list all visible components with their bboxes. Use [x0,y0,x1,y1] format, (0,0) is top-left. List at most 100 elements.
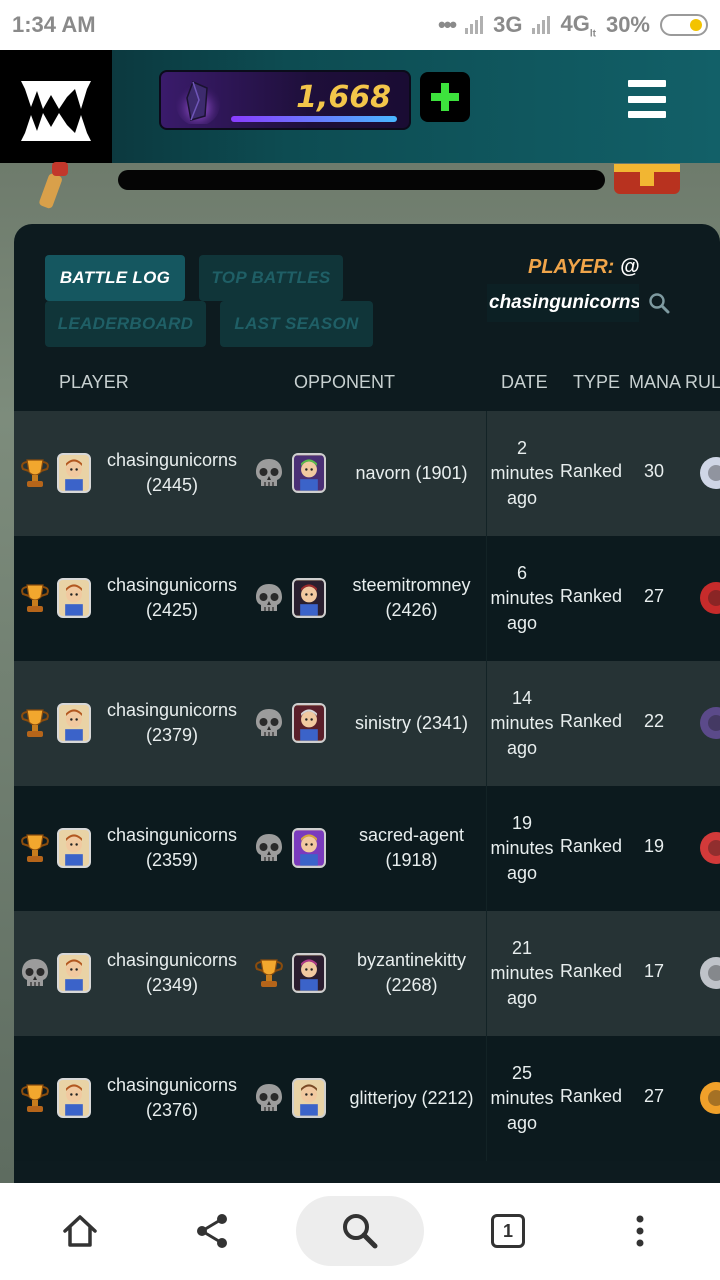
battery-icon [660,13,708,36]
tab-count: 1 [491,1214,525,1248]
table-row[interactable]: chasingunicorns (2376) glitterjoy (2212) 25… [14,1036,720,1161]
network-4g: 4Glt [560,10,596,40]
skull-icon [252,706,286,740]
trophy-icon [18,831,52,865]
player-search-input[interactable]: chasingunicorns [487,284,639,322]
dec-balance-widget[interactable]: 1,668 [159,70,411,130]
date-cell: 21 minutes ago [490,938,554,1008]
mana-cell: 22 [644,711,665,731]
avatar [57,953,91,993]
avatar [57,578,91,618]
browser-bottom-nav: 1 [0,1183,720,1280]
trophy-icon [252,956,286,990]
search-button[interactable] [296,1196,424,1266]
player-name-cell[interactable]: chasingunicorns (2349) [100,948,244,998]
share-icon [197,1214,227,1248]
home-button[interactable] [50,1201,110,1261]
avatar [57,453,91,493]
tab-top-battles[interactable]: TOP BATTLES [199,255,343,301]
avatar [292,453,326,493]
column-header-opponent[interactable]: OPPONENT [294,372,395,393]
dec-progress-bar [231,116,397,122]
home-icon [63,1215,97,1247]
opponent-name-cell[interactable]: byzantinekitty (2268) [334,948,489,998]
battery-percent: 30% [605,11,650,37]
table-row[interactable]: chasingunicorns (2445) navorn (1901) 2 minut… [14,411,720,536]
date-cell: 25 minutes ago [490,1063,554,1133]
opponent-name-cell[interactable]: sacred-agent (1918) [334,823,489,873]
player-name-cell[interactable]: chasingunicorns (2445) [100,448,244,498]
network-3g: 3G [493,11,523,37]
torch-icon [39,162,68,209]
ruleset-icon [700,1082,720,1114]
avatar [292,1078,326,1118]
table-row[interactable]: chasingunicorns (2349) byzantinekitty (2268… [14,911,720,1036]
player-label: PLAYER: @ [528,256,640,278]
mana-cell: 27 [644,586,665,606]
type-cell: Ranked [560,586,623,606]
fangs-logo-icon [21,80,91,141]
mana-cell: 19 [644,836,665,856]
table-row[interactable]: chasingunicorns (2379) sinistry (2341) 14 mi… [14,661,720,786]
mana-cell: 17 [644,961,665,981]
skull-icon [18,956,52,990]
more-vert-icon [636,1215,644,1247]
app-logo[interactable] [0,50,112,163]
avatar [292,953,326,993]
ruleset-icon [700,707,720,739]
type-cell: Ranked [560,1086,623,1106]
player-name-cell[interactable]: chasingunicorns (2359) [100,823,244,873]
season-progress-bar [118,170,605,190]
trophy-icon [18,1081,52,1115]
trophy-icon [18,706,52,740]
ruleset-icon [700,582,720,614]
column-header-mana[interactable]: MANA RUL [629,372,720,393]
skull-icon [252,581,286,615]
date-cell: 2 minutes ago [490,438,554,508]
hamburger-menu-icon[interactable] [628,80,666,118]
column-header-type[interactable]: TYPE [573,372,620,393]
date-cell: 19 minutes ago [490,813,554,883]
player-name-cell[interactable]: chasingunicorns (2376) [100,1073,244,1123]
tab-battle-log[interactable]: BATTLE LOG [45,255,185,301]
search-icon[interactable] [648,292,670,314]
table-row[interactable]: chasingunicorns (2359) sacred-agent (1918) 1… [14,786,720,911]
mana-cell: 27 [644,1086,665,1106]
opponent-name-cell[interactable]: glitterjoy (2212) [334,1086,489,1111]
tabs-button[interactable]: 1 [478,1201,538,1261]
tab-leaderboard[interactable]: LEADERBOARD [45,301,206,347]
status-bar: 1:34 AM ••• 3G 4Glt 30% [0,0,720,50]
avatar [292,703,326,743]
player-name-cell[interactable]: chasingunicorns (2379) [100,698,244,748]
mana-cell: 30 [644,461,665,481]
more-options-button[interactable] [610,1201,670,1261]
dark-energy-crystal-icon [176,81,220,124]
opponent-name-cell[interactable]: sinistry (2341) [334,711,489,736]
column-header-player[interactable]: PLAYER [59,372,129,393]
opponent-name-cell[interactable]: navorn (1901) [334,461,489,486]
ruleset-icon [700,832,720,864]
plus-icon [431,83,459,111]
skull-icon [252,456,286,490]
status-time: 1:34 AM [12,12,96,37]
player-name-cell[interactable]: chasingunicorns (2425) [100,573,244,623]
tab-last-season[interactable]: LAST SEASON [220,301,373,347]
search-icon [343,1214,378,1249]
trophy-icon [18,456,52,490]
add-dec-button[interactable] [420,72,470,122]
column-header-date[interactable]: DATE [501,372,548,393]
date-cell: 14 minutes ago [490,688,554,758]
table-row[interactable]: chasingunicorns (2425) steemitromney (2426)… [14,536,720,661]
trophy-icon [18,581,52,615]
ruleset-icon [700,457,720,489]
signal-icon [465,15,484,34]
date-cell: 6 minutes ago [490,563,554,633]
dec-amount: 1,668 [296,80,391,115]
avatar [57,1078,91,1118]
app-header: 1,668 [0,50,720,163]
ruleset-icon [700,957,720,989]
reward-chest-icon [614,164,680,194]
share-button[interactable] [182,1201,242,1261]
opponent-name-cell[interactable]: steemitromney (2426) [334,573,489,623]
type-cell: Ranked [560,961,623,981]
